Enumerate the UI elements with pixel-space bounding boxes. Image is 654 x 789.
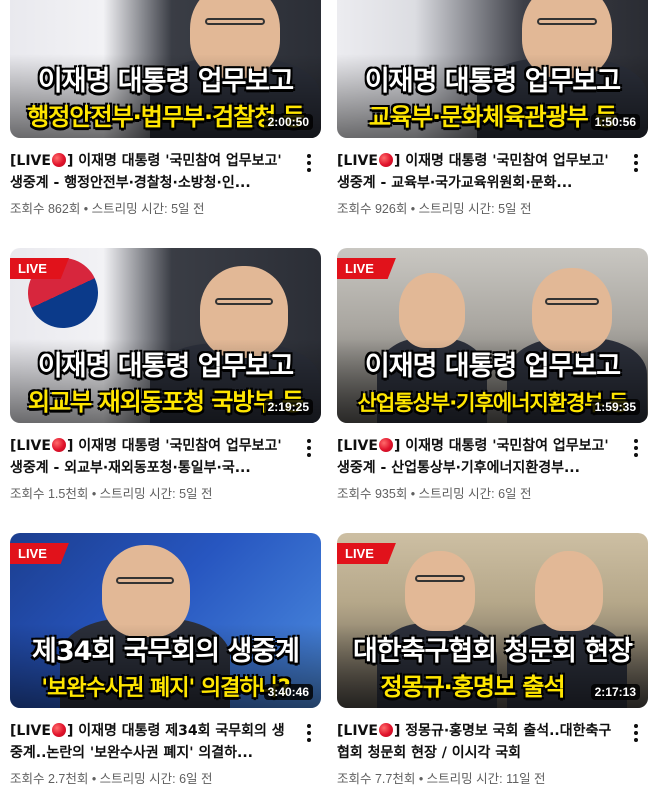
live-dot-icon [378, 438, 393, 452]
video-thumbnail[interactable]: LIVE 이재명 대통령 업무보고 산업통상부·기후에너지환경부 등 1:59:… [337, 248, 648, 423]
video-thumbnail[interactable]: LIVE 대한축구협회 청문회 현장 정몽규·홍명보 출석 2:17:13 [337, 533, 648, 708]
video-stats: 조회수 1.5천회 • 스트리밍 시간: 5일 전 [10, 487, 213, 501]
video-stats: 조회수 7.7천회 • 스트리밍 시간: 11일 전 [337, 772, 546, 786]
more-options-icon[interactable] [299, 722, 319, 744]
video-card: LIVE 제34회 국무회의 생중계 '보완수사권 폐지' 의결하나? 3:40… [10, 533, 321, 787]
video-title[interactable]: [LIVE] 이재명 대통령 제34회 국무회의 생중계..논란의 '보완수사권… [10, 720, 293, 764]
video-title[interactable]: [LIVE] 이재명 대통령 '국민참여 업무보고' 생중계 - 교육부·국가교… [337, 150, 620, 194]
video-meta: [LIVE] 정몽규·홍명보 국회 출석..대한축구협회 청문회 현장 / 이시… [337, 720, 648, 787]
duration-badge: 3:40:46 [263, 684, 313, 700]
video-stats: 조회수 862회 • 스트리밍 시간: 5일 전 [10, 202, 205, 216]
live-dot-icon [51, 438, 66, 452]
live-dot-icon [378, 723, 393, 737]
thumbnail-caption-top: 이재명 대통령 업무보고 [364, 351, 621, 382]
video-card: 이재명 대통령 업무보고 행정안전부·법무부·검찰청 등 2:00:50 [LI… [10, 0, 321, 217]
live-badge: LIVE [337, 258, 396, 279]
more-options-icon[interactable] [299, 437, 319, 459]
thumbnail-caption-top: 이재명 대통령 업무보고 [364, 66, 621, 97]
video-card: LIVE 대한축구협회 청문회 현장 정몽규·홍명보 출석 2:17:13 [L… [337, 533, 648, 787]
video-card: 이재명 대통령 업무보고 교육부·문화체육관광부 등 1:50:56 [LIVE… [337, 0, 648, 217]
more-options-icon[interactable] [626, 722, 646, 744]
video-card: LIVE 이재명 대통령 업무보고 산업통상부·기후에너지환경부 등 1:59:… [337, 248, 648, 502]
video-thumbnail[interactable]: 이재명 대통령 업무보고 교육부·문화체육관광부 등 1:50:56 [337, 0, 648, 138]
video-meta: [LIVE] 이재명 대통령 '국민참여 업무보고' 생중계 - 행정안전부·경… [10, 150, 321, 217]
presenter-image [399, 273, 465, 348]
video-stats: 조회수 935회 • 스트리밍 시간: 6일 전 [337, 487, 532, 501]
duration-badge: 2:00:50 [263, 114, 313, 130]
video-meta: [LIVE] 이재명 대통령 제34회 국무회의 생중계..논란의 '보완수사권… [10, 720, 321, 787]
duration-badge: 1:59:35 [590, 399, 640, 415]
thumbnail-caption-top: 대한축구협회 청문회 현장 [352, 636, 633, 667]
duration-badge: 1:50:56 [590, 114, 640, 130]
live-badge: LIVE [337, 543, 396, 564]
video-title[interactable]: [LIVE] 정몽규·홍명보 국회 출석..대한축구협회 청문회 현장 / 이시… [337, 720, 620, 764]
live-dot-icon [51, 153, 66, 167]
more-options-icon[interactable] [626, 152, 646, 174]
thumbnail-caption-top: 이재명 대통령 업무보고 [37, 351, 294, 382]
video-stats: 조회수 926회 • 스트리밍 시간: 5일 전 [337, 202, 532, 216]
more-options-icon[interactable] [299, 152, 319, 174]
video-meta: [LIVE] 이재명 대통령 '국민참여 업무보고' 생중계 - 외교부·재외동… [10, 435, 321, 502]
more-options-icon[interactable] [626, 437, 646, 459]
video-stats: 조회수 2.7천회 • 스트리밍 시간: 6일 전 [10, 772, 213, 786]
live-dot-icon [378, 153, 393, 167]
duration-badge: 2:17:13 [590, 684, 640, 700]
video-thumbnail[interactable]: LIVE 제34회 국무회의 생중계 '보완수사권 폐지' 의결하나? 3:40… [10, 533, 321, 708]
video-thumbnail[interactable]: 이재명 대통령 업무보고 행정안전부·법무부·검찰청 등 2:00:50 [10, 0, 321, 138]
duration-badge: 2:19:25 [263, 399, 313, 415]
presenter-image [535, 551, 603, 631]
video-meta: [LIVE] 이재명 대통령 '국민참여 업무보고' 생중계 - 교육부·국가교… [337, 150, 648, 217]
live-dot-icon [51, 723, 66, 737]
video-title[interactable]: [LIVE] 이재명 대통령 '국민참여 업무보고' 생중계 - 행정안전부·경… [10, 150, 293, 194]
presenter-image [405, 551, 475, 631]
video-grid: 이재명 대통령 업무보고 행정안전부·법무부·검찰청 등 2:00:50 [LI… [0, 0, 654, 789]
thumbnail-caption-top: 이재명 대통령 업무보고 [37, 66, 294, 97]
video-thumbnail[interactable]: LIVE 이재명 대통령 업무보고 외교부 재외동포청 국방부 등 2:19:2… [10, 248, 321, 423]
live-badge: LIVE [10, 258, 69, 279]
thumbnail-caption-top: 제34회 국무회의 생중계 [32, 636, 300, 667]
live-badge: LIVE [10, 543, 69, 564]
video-card: LIVE 이재명 대통령 업무보고 외교부 재외동포청 국방부 등 2:19:2… [10, 248, 321, 502]
video-meta: [LIVE] 이재명 대통령 '국민참여 업무보고' 생중계 - 산업통상부·기… [337, 435, 648, 502]
video-title[interactable]: [LIVE] 이재명 대통령 '국민참여 업무보고' 생중계 - 외교부·재외동… [10, 435, 293, 479]
video-title[interactable]: [LIVE] 이재명 대통령 '국민참여 업무보고' 생중계 - 산업통상부·기… [337, 435, 620, 479]
